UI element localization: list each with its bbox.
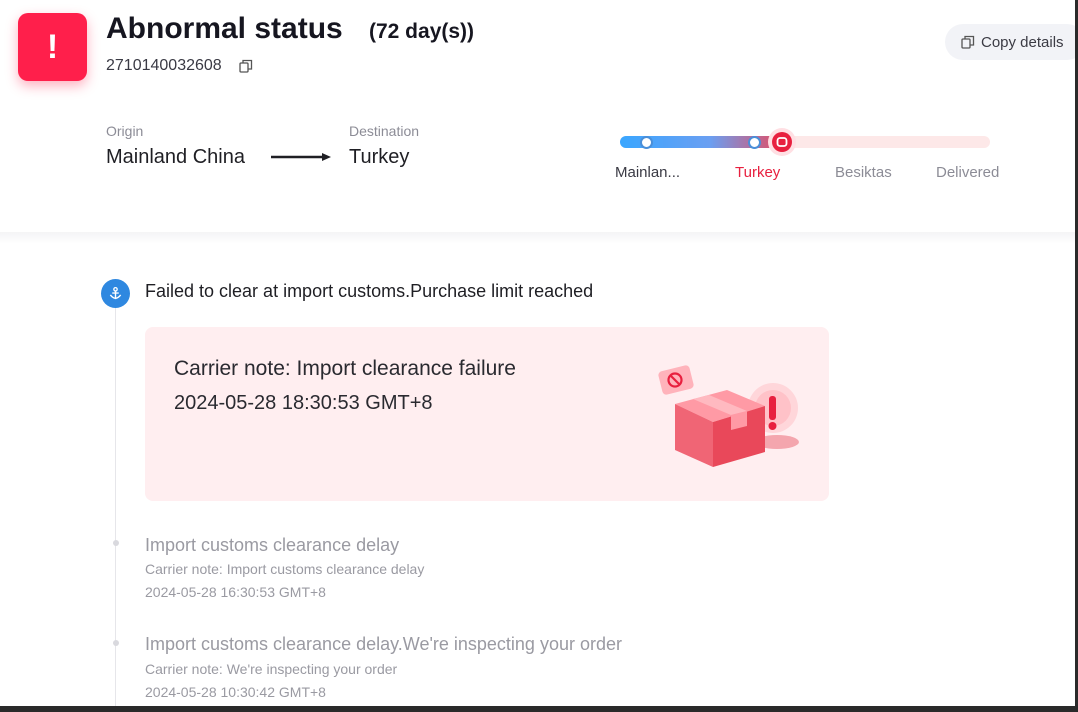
origin-label: Origin: [106, 123, 144, 139]
status-title: Abnormal status: [106, 12, 343, 45]
anchor-icon: [101, 279, 130, 308]
timeline-current-title: Failed to clear at import customs.Purcha…: [145, 281, 594, 301]
exclamation-icon: !: [46, 28, 59, 66]
copy-details-button[interactable]: Copy details: [945, 24, 1078, 60]
arrow-right-icon: [271, 153, 331, 161]
status-days: (72 day(s)): [369, 20, 475, 43]
window-border-bottom: [0, 706, 1078, 712]
progress-current-marker: [768, 128, 796, 156]
progress-step-label: Besiktas: [835, 164, 892, 181]
copy-icon[interactable]: [239, 59, 253, 73]
abnormal-status-icon: !: [18, 13, 87, 81]
timeline-event-time: 2024-05-28 16:30:53 GMT+8: [145, 584, 326, 600]
timeline-event-title: Import customs clearance delay: [145, 535, 400, 555]
progress-step-label: Turkey: [735, 164, 781, 181]
tracking-number: 2710140032608: [106, 57, 222, 74]
progress-node-destination: [748, 136, 761, 149]
timeline-event-time: 2024-05-28 10:30:42 GMT+8: [145, 684, 326, 700]
timeline-event-note: Carrier note: Import customs clearance d…: [145, 561, 425, 577]
package-icon: [776, 137, 788, 147]
progress-step-label: Mainlan...: [615, 164, 681, 181]
destination-value: Turkey: [349, 146, 410, 168]
damaged-package-illustration: [658, 365, 799, 467]
carrier-note: Carrier note: Import clearance failure: [174, 357, 516, 380]
progress-step-label: Delivered: [936, 164, 1000, 181]
section-divider: [0, 232, 1075, 244]
timeline-event-title: Import customs clearance delay.We're ins…: [145, 634, 622, 654]
copy-icon: [961, 35, 975, 49]
carrier-note-time: 2024-05-28 18:30:53 GMT+8: [174, 392, 433, 414]
timeline-line: [115, 307, 116, 707]
destination-label: Destination: [349, 123, 420, 139]
timeline-dot: [113, 640, 119, 646]
timeline-dot: [113, 540, 119, 546]
copy-details-label: Copy details: [981, 33, 1064, 51]
origin-value: Mainland China: [106, 146, 245, 168]
progress-node-origin: [640, 136, 653, 149]
timeline-event-note: Carrier note: We're inspecting your orde…: [145, 661, 398, 677]
